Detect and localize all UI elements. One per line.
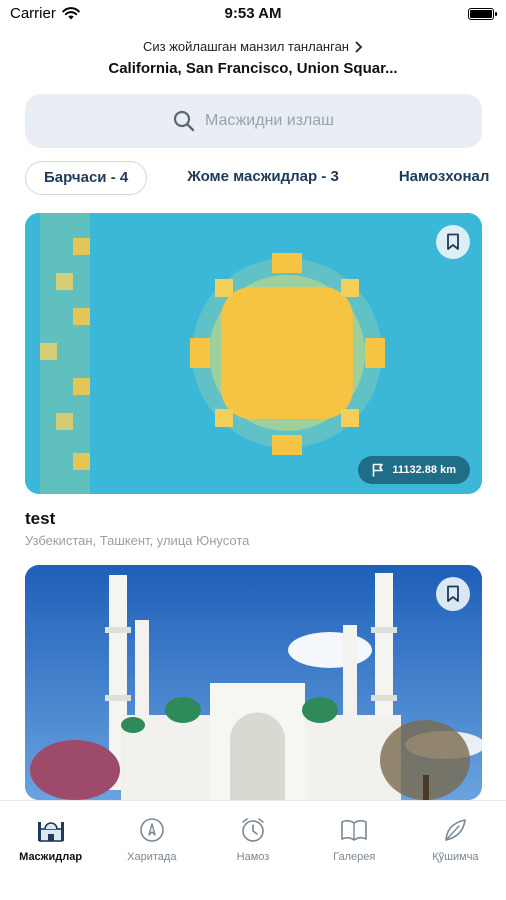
bookmark-button[interactable] <box>436 225 470 259</box>
mosque-card-image-2[interactable] <box>25 565 482 800</box>
mosque-photo <box>25 565 482 800</box>
tab-jome-mosques[interactable]: Жоме масжидлар - 3 <box>187 161 339 195</box>
map-icon <box>137 815 167 845</box>
search-icon <box>173 110 195 132</box>
location-caption: Сиз жойлашган манзил танланган <box>143 39 349 54</box>
nav-label-extra: Қўшимча <box>432 851 479 863</box>
book-icon <box>339 815 369 845</box>
status-time: 9:53 AM <box>224 5 282 22</box>
nav-prayer[interactable]: Намоз <box>202 801 303 900</box>
nav-gallery[interactable]: Галерея <box>304 801 405 900</box>
leaf-icon <box>440 815 470 845</box>
search-input[interactable]: Масжидни излаш <box>25 94 482 148</box>
bookmark-icon <box>447 585 459 602</box>
distance-value: 11132.88 km <box>392 464 456 476</box>
search-placeholder: Масжидни излаш <box>205 112 334 129</box>
chevron-right-icon <box>355 41 363 52</box>
nav-label-gallery: Галерея <box>333 851 376 863</box>
nav-map[interactable]: Харитада <box>101 801 202 900</box>
nav-label-mosques: Масжидлар <box>19 851 83 863</box>
bookmark-icon <box>447 233 459 250</box>
mosque-icon <box>36 815 66 845</box>
bottom-navigation: Масжидлар Харитада Намоз Галерея Қўшимча <box>0 800 506 900</box>
tab-prayer-rooms[interactable]: Намозхонал <box>399 161 490 195</box>
nav-label-map: Харитада <box>127 851 177 863</box>
battery-icon <box>468 8 497 20</box>
status-bar: Carrier 9:53 AM <box>0 0 506 28</box>
nav-label-prayer: Намоз <box>236 851 270 863</box>
flag-icon <box>373 463 384 477</box>
tab-all[interactable]: Барчаси - 4 <box>25 161 148 195</box>
location-header[interactable]: Сиз жойлашган манзил танланган Californi… <box>0 38 506 77</box>
mosque-image <box>25 213 482 494</box>
nav-extra[interactable]: Қўшимча <box>405 801 506 900</box>
location-address: California, San Francisco, Union Squar..… <box>108 60 398 77</box>
mosque-card-address: Узбекистан, Ташкент, улица Юнусота <box>25 533 250 548</box>
mosque-card-title[interactable]: test <box>25 509 55 529</box>
alarm-clock-icon <box>238 815 268 845</box>
nav-mosques[interactable]: Масжидлар <box>0 801 101 900</box>
distance-badge: 11132.88 km <box>358 456 470 484</box>
bookmark-button-2[interactable] <box>436 577 470 611</box>
mosque-card-image[interactable]: 11132.88 km <box>25 213 482 494</box>
category-tabs: Барчаси - 4 Жоме масжидлар - 3 Намозхонал <box>25 161 506 197</box>
